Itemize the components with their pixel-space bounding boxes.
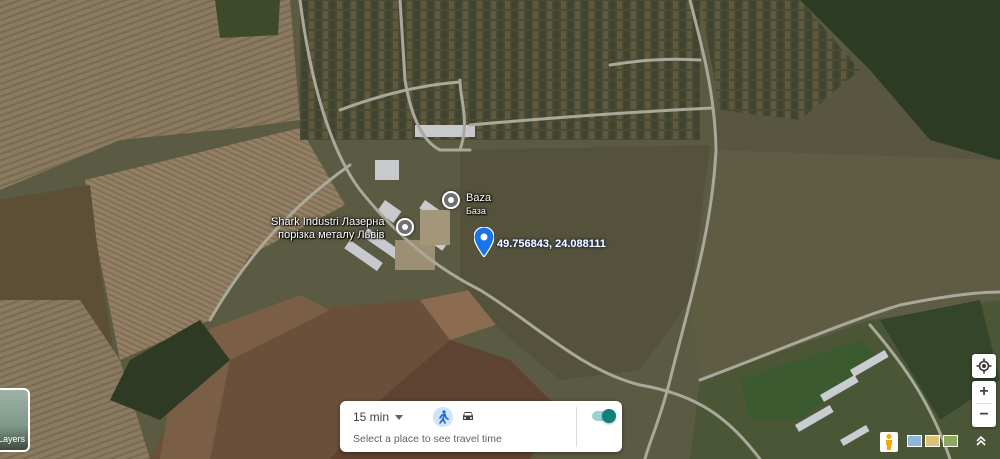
my-location-icon [976,358,992,374]
place-label-baza[interactable]: Baza База [466,192,491,218]
place-label-shark-industri[interactable]: Shark Industri Лазерна порізка металу Ль… [271,216,384,242]
walking-icon[interactable] [433,407,453,427]
imagery-thumb-3[interactable] [943,435,958,447]
pegman-icon[interactable] [880,432,898,452]
zoom-out-button[interactable]: − [972,404,996,426]
imagery-thumb-2[interactable] [925,435,940,447]
travel-time-toggle[interactable] [592,409,616,423]
expand-button[interactable] [972,433,990,449]
imagery-thumb-1[interactable] [907,435,922,447]
chevron-up-icon [976,435,986,446]
divider [576,407,577,447]
car-icon[interactable] [460,408,476,424]
layers-button[interactable]: Layers [0,388,30,452]
caret-down-icon [395,414,404,420]
satellite-map[interactable]: Baza База Shark Industri Лазерна порізка… [0,0,1000,459]
zoom-controls: + − [972,381,996,427]
travel-time-hint: Select a place to see travel time [353,433,502,445]
place-marker-baza[interactable] [442,191,460,209]
travel-time-value: 15 min [353,410,390,424]
place-subtitle: База [466,206,486,216]
travel-time-card: 15 min Select a place to see travel time [340,401,622,452]
travel-time-dropdown[interactable]: 15 min [353,410,404,424]
place-name-line1: Shark Industri Лазерна [271,216,385,228]
coordinates-label[interactable]: 49.756843, 24.088111 [497,238,606,250]
place-marker-shark-industri[interactable] [396,218,414,236]
place-name-line2: порізка металу Львів [278,229,385,241]
place-name: Baza [466,192,492,204]
zoom-in-button[interactable]: + [972,381,996,403]
satellite-imagery [0,0,1000,459]
dropped-pin-icon[interactable] [474,227,494,257]
my-location-button[interactable] [972,354,996,378]
layers-label: Layers [0,434,26,444]
